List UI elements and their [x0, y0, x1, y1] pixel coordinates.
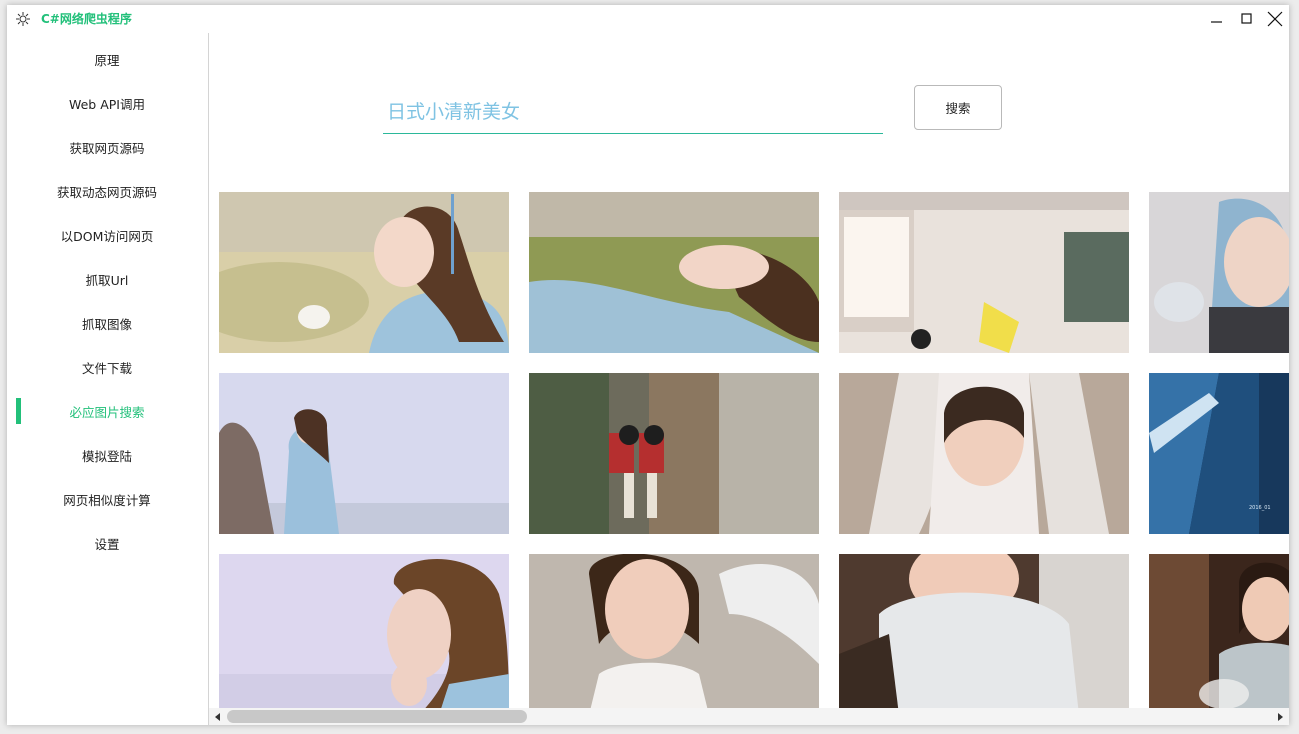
photo-anime-schoolgirls-street [529, 373, 819, 534]
image-gallery: 2016_01 [219, 192, 1289, 715]
sidebar-item-dom-access[interactable]: 以DOM访问网页 [7, 219, 207, 251]
image-result-3[interactable] [839, 192, 1129, 353]
horizontal-scrollbar[interactable] [209, 708, 1289, 725]
active-indicator [16, 398, 21, 424]
scroll-left-button[interactable] [213, 711, 223, 722]
sidebar-item-settings[interactable]: 设置 [7, 527, 207, 559]
close-button[interactable] [1261, 7, 1289, 31]
photo-girl-knit-scarf [839, 554, 1129, 715]
image-result-6[interactable] [529, 373, 819, 534]
sidebar-item-crawl-image[interactable]: 抓取图像 [7, 307, 207, 339]
sidebar-item-label: 原理 [94, 52, 120, 68]
image-result-8[interactable]: 2016_01 [1149, 373, 1289, 534]
image-result-10[interactable] [529, 554, 819, 715]
image-result-5[interactable] [219, 373, 509, 534]
sidebar-item-label: 以DOM访问网页 [60, 228, 154, 244]
sidebar-item-label: 必应图片搜索 [69, 404, 145, 420]
minimize-button[interactable] [1203, 7, 1231, 31]
scroll-right-button[interactable] [1276, 711, 1286, 722]
sidebar-item-simulated-login[interactable]: 模拟登陆 [7, 439, 207, 471]
image-search-panel: 搜索 [209, 33, 1289, 725]
app-window: C#网络爬虫程序 原理 Web API调用 获取网页源码 获取动态网页源码 以D… [7, 5, 1289, 725]
sidebar-item-web-api[interactable]: Web API调用 [7, 87, 207, 119]
sidebar-item-label: 网页相似度计算 [63, 492, 151, 508]
image-result-2[interactable] [529, 192, 819, 353]
svg-text:2016_01: 2016_01 [1249, 505, 1271, 511]
sidebar-item-dynamic-source[interactable]: 获取动态网页源码 [7, 175, 207, 207]
maximize-button[interactable] [1233, 7, 1261, 31]
search-button[interactable]: 搜索 [914, 85, 1002, 130]
scroll-right-icon [1278, 712, 1283, 721]
minimize-icon [1211, 21, 1222, 23]
maximize-icon [1241, 13, 1252, 24]
image-result-11[interactable] [839, 554, 1129, 715]
sidebar-item-label: 模拟登陆 [81, 448, 132, 464]
photo-girl-eating-snack [1149, 554, 1289, 715]
scroll-thumb[interactable] [227, 710, 527, 723]
sidebar-item-label: Web API调用 [68, 96, 145, 112]
sidebar-item-principle[interactable]: 原理 [7, 43, 207, 75]
photo-girl-smiling-umbrella [529, 554, 819, 715]
app-logo-icon [16, 12, 30, 26]
image-result-4[interactable] [1149, 192, 1289, 353]
title-bar: C#网络爬虫程序 [7, 5, 1289, 33]
sidebar-item-label: 文件下载 [81, 360, 132, 376]
image-result-9[interactable] [219, 554, 509, 715]
sidebar-item-label: 抓取Url [85, 272, 129, 288]
image-result-1[interactable] [219, 192, 509, 353]
photo-girl-lying-on-grass [529, 192, 819, 353]
sidebar-item-page-similarity[interactable]: 网页相似度计算 [7, 483, 207, 515]
sidebar-item-label: 获取网页源码 [69, 140, 145, 156]
sidebar-nav: 原理 Web API调用 获取网页源码 获取动态网页源码 以DOM访问网页 抓取… [7, 33, 209, 725]
sidebar-item-file-download[interactable]: 文件下载 [7, 351, 207, 383]
image-result-7[interactable] [839, 373, 1129, 534]
sidebar-item-crawl-url[interactable]: 抓取Url [7, 263, 207, 295]
photo-girl-standing-by-sea [219, 373, 509, 534]
sidebar-item-label: 获取动态网页源码 [56, 184, 157, 200]
sidebar-item-get-source[interactable]: 获取网页源码 [7, 131, 207, 163]
search-field [383, 85, 883, 134]
photo-girl-profile-hand-on-cheek [219, 554, 509, 715]
scroll-left-icon [215, 712, 220, 721]
close-icon [1267, 11, 1283, 27]
photo-car-window-reflection: 2016_01 [1149, 373, 1289, 534]
app-title: C#网络爬虫程序 [41, 12, 132, 26]
search-button-label: 搜索 [945, 101, 971, 116]
sidebar-item-label: 设置 [94, 536, 120, 552]
sidebar-item-label: 抓取图像 [81, 316, 132, 332]
image-result-12[interactable] [1149, 554, 1289, 715]
photo-girl-raincoat-hood [839, 373, 1129, 534]
photo-sunlit-room-with-easel [839, 192, 1129, 353]
photo-girl-kimono-holding-flower [219, 192, 509, 353]
photo-girl-hood-shielding-face [1149, 192, 1289, 353]
sidebar-item-bing-image-search[interactable]: 必应图片搜索 [7, 395, 207, 427]
search-input[interactable] [385, 91, 879, 129]
